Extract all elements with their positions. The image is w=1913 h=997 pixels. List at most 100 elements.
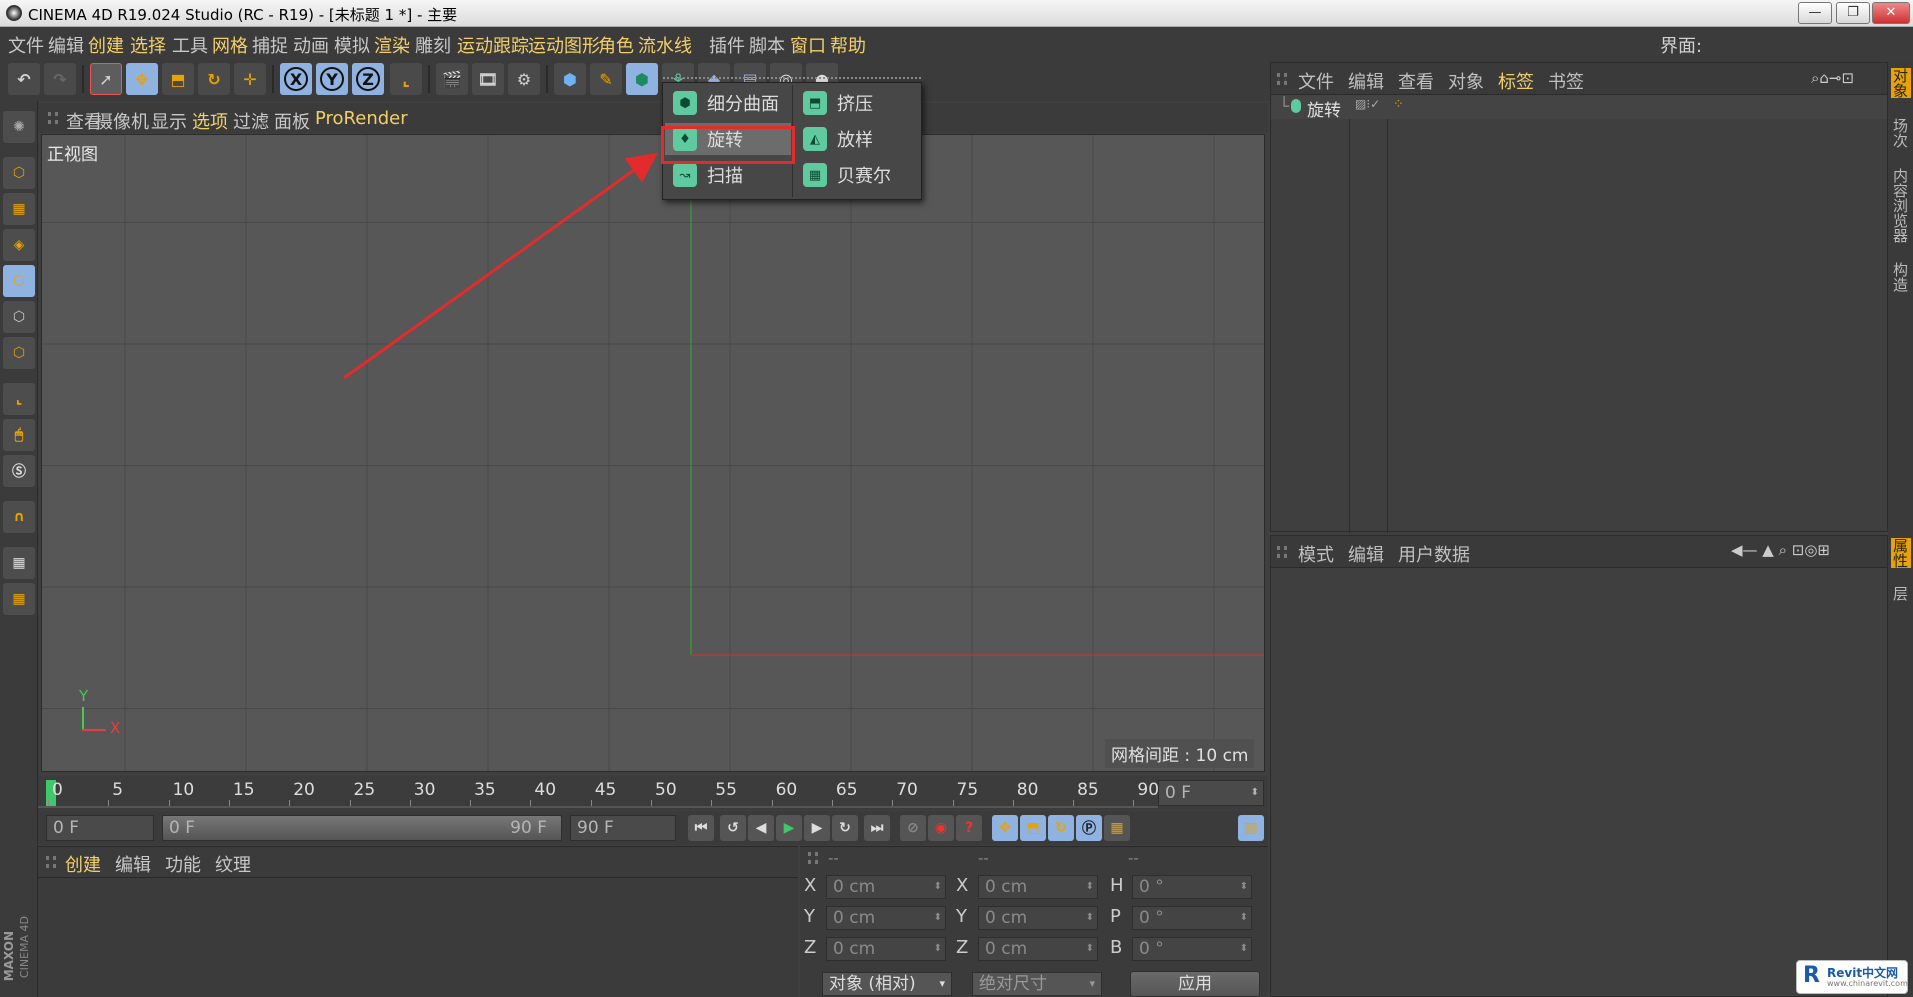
- redo-icon[interactable]: ↷: [44, 63, 76, 95]
- coord-field[interactable]: 0 cm ⬍: [826, 937, 946, 961]
- menu-item-3[interactable]: 选择: [130, 32, 166, 58]
- pen-icon[interactable]: ✎: [590, 63, 622, 95]
- coord-field[interactable]: 0 ° ⬍: [1132, 937, 1252, 961]
- attribute-menu-item-2[interactable]: 用户数据: [1398, 541, 1470, 567]
- menu-item-5[interactable]: 网格: [212, 32, 248, 58]
- scale-icon[interactable]: ⬒: [162, 63, 194, 95]
- menu-item-11[interactable]: 运动跟踪: [457, 32, 529, 58]
- render-picture-icon[interactable]: 🎞: [472, 63, 504, 95]
- object-menu-item-1[interactable]: 编辑: [1348, 68, 1384, 94]
- grid-icon[interactable]: ▦: [3, 583, 35, 615]
- record-disabled-icon[interactable]: ⊘: [900, 815, 926, 841]
- coord-field[interactable]: 0 cm ⬍: [826, 906, 946, 930]
- menu-item-10[interactable]: 雕刻: [415, 32, 451, 58]
- popup-item-left-0[interactable]: ⬢ 细分曲面: [665, 87, 791, 119]
- menu-item-1[interactable]: 编辑: [48, 32, 84, 58]
- viewport[interactable]: 正视图 ✥⇣⟲▢ 网格间距 : 10 cm Y X: [41, 134, 1265, 772]
- key-scale-icon[interactable]: ⬒: [1020, 815, 1046, 841]
- menu-item-8[interactable]: 模拟: [334, 32, 370, 58]
- popup-item-left-1[interactable]: ♦ 旋转: [665, 123, 791, 155]
- live-select-icon[interactable]: ✛: [234, 63, 266, 95]
- polygons-mode-icon[interactable]: ⬡: [3, 337, 35, 369]
- popup-item-left-2[interactable]: ↝ 扫描: [665, 159, 791, 191]
- prev-key-icon[interactable]: ↺: [720, 815, 746, 841]
- viewport-menu-item-6[interactable]: ProRender: [315, 108, 408, 129]
- key-move-icon[interactable]: ✥: [992, 815, 1018, 841]
- attribute-menu-item-0[interactable]: 模式: [1298, 541, 1334, 567]
- viewport-menu-item-5[interactable]: 面板: [274, 108, 310, 134]
- menu-item-17[interactable]: 窗口: [790, 32, 826, 58]
- key-pla-icon[interactable]: ▦: [1104, 815, 1130, 841]
- menu-item-16[interactable]: 脚本: [749, 32, 785, 58]
- object-manager-tools-icons[interactable]: ⌕⌂⊸⊡: [1811, 69, 1854, 87]
- menu-item-9[interactable]: 渲染: [374, 32, 410, 58]
- snap-icon[interactable]: Ⓢ: [3, 455, 35, 487]
- popup-item-right-1[interactable]: ◭ 放样: [795, 123, 919, 155]
- object-menu-item-4[interactable]: 标签: [1498, 68, 1534, 94]
- material-menu-item-3[interactable]: 纹理: [215, 851, 251, 877]
- apply-button[interactable]: 应用: [1130, 971, 1260, 997]
- menu-item-14[interactable]: 流水线: [638, 32, 692, 58]
- play-icon[interactable]: ▶: [776, 815, 802, 841]
- side-tab-0[interactable]: 对象: [1891, 68, 1911, 98]
- auto-key-icon[interactable]: ?: [956, 815, 982, 841]
- attribute-menu-item-1[interactable]: 编辑: [1348, 541, 1384, 567]
- coord-field[interactable]: 0 ° ⬍: [1132, 906, 1252, 930]
- object-row[interactable]: └ 旋转 ▨⁝✓ ⁘: [1271, 95, 1887, 121]
- move-icon[interactable]: ✥: [126, 63, 158, 95]
- popup-item-right-2[interactable]: ▦ 贝赛尔: [795, 159, 919, 191]
- viewport-menu-item-2[interactable]: 显示: [151, 108, 187, 134]
- rotate-icon[interactable]: ↻: [198, 63, 230, 95]
- timeline[interactable]: 0 F ⬍ 0 5 10 15 20 25 30 35 40 45 50 55 60 65 70 75 80 85 9…: [38, 776, 1268, 810]
- texture-mode-icon[interactable]: ▦: [3, 193, 35, 225]
- object-menu-item-2[interactable]: 查看: [1398, 68, 1434, 94]
- coord-field[interactable]: 0 cm ⬍: [978, 875, 1098, 899]
- material-menu-item-2[interactable]: 功能: [165, 851, 201, 877]
- magnet-icon[interactable]: ∩: [3, 501, 35, 533]
- axis-y-icon[interactable]: Y: [316, 63, 348, 95]
- menu-item-15[interactable]: 插件: [709, 32, 745, 58]
- coord-field[interactable]: 0 ° ⬍: [1132, 875, 1252, 899]
- menu-item-7[interactable]: 动画: [293, 32, 329, 58]
- close-button[interactable]: ✕: [1872, 2, 1910, 24]
- tweak-icon[interactable]: 🖱: [3, 419, 35, 451]
- menu-item-13[interactable]: 角色: [598, 32, 634, 58]
- cube-icon[interactable]: ⬢: [554, 63, 586, 95]
- current-frame-field[interactable]: 0 F ⬍: [1158, 780, 1264, 806]
- coord-mode-select[interactable]: 对象 (相对) ▾: [822, 972, 952, 996]
- menu-item-2[interactable]: 创建: [88, 32, 124, 58]
- axis-mode-icon[interactable]: ⌞: [3, 383, 35, 415]
- side-tab-3[interactable]: 构造: [1891, 262, 1911, 292]
- model-mode-icon[interactable]: ⬡: [3, 157, 35, 189]
- go-start-icon[interactable]: ⏮: [688, 815, 714, 841]
- visibility-icon[interactable]: ▨⁝✓: [1355, 97, 1380, 111]
- axis-x-icon[interactable]: X: [280, 63, 312, 95]
- render-settings-icon[interactable]: ⚙: [508, 63, 540, 95]
- start-frame-field[interactable]: 0 F: [46, 815, 154, 841]
- side-tab-2[interactable]: 内容浏览器: [1891, 168, 1911, 243]
- maximize-button[interactable]: ❐: [1836, 2, 1870, 24]
- side-tab-1[interactable]: 场次: [1891, 118, 1911, 148]
- coord-size-select[interactable]: 绝对尺寸 ▾: [972, 972, 1102, 996]
- side-tab-5[interactable]: 层: [1891, 586, 1911, 601]
- workplane-icon[interactable]: ◈: [3, 229, 35, 261]
- next-frame-icon[interactable]: ▶: [804, 815, 830, 841]
- go-end-icon[interactable]: ⏭: [864, 815, 890, 841]
- edges-mode-icon[interactable]: ⬡: [3, 301, 35, 333]
- key-param-icon[interactable]: Ⓟ: [1076, 815, 1102, 841]
- menu-item-12[interactable]: 运动图形: [528, 32, 600, 58]
- menu-item-18[interactable]: 帮助: [830, 32, 866, 58]
- coord-field[interactable]: 0 cm ⬍: [826, 875, 946, 899]
- record-icon[interactable]: ◉: [928, 815, 954, 841]
- lock-grid-icon[interactable]: ▦: [3, 547, 35, 579]
- select-icon[interactable]: ➚: [90, 63, 122, 95]
- coord-field[interactable]: 0 cm ⬍: [978, 906, 1098, 930]
- render-view-icon[interactable]: 🎬: [436, 63, 468, 95]
- object-menu-item-3[interactable]: 对象: [1448, 68, 1484, 94]
- key-rotate-icon[interactable]: ↻: [1048, 815, 1074, 841]
- next-key-icon[interactable]: ↻: [832, 815, 858, 841]
- attribute-nav-icons[interactable]: ◀— ▲ ⌕ ⊡◎⊞: [1731, 541, 1830, 559]
- object-menu-item-0[interactable]: 文件: [1298, 68, 1334, 94]
- minimize-button[interactable]: —: [1798, 2, 1832, 24]
- material-menu-item-1[interactable]: 编辑: [115, 851, 151, 877]
